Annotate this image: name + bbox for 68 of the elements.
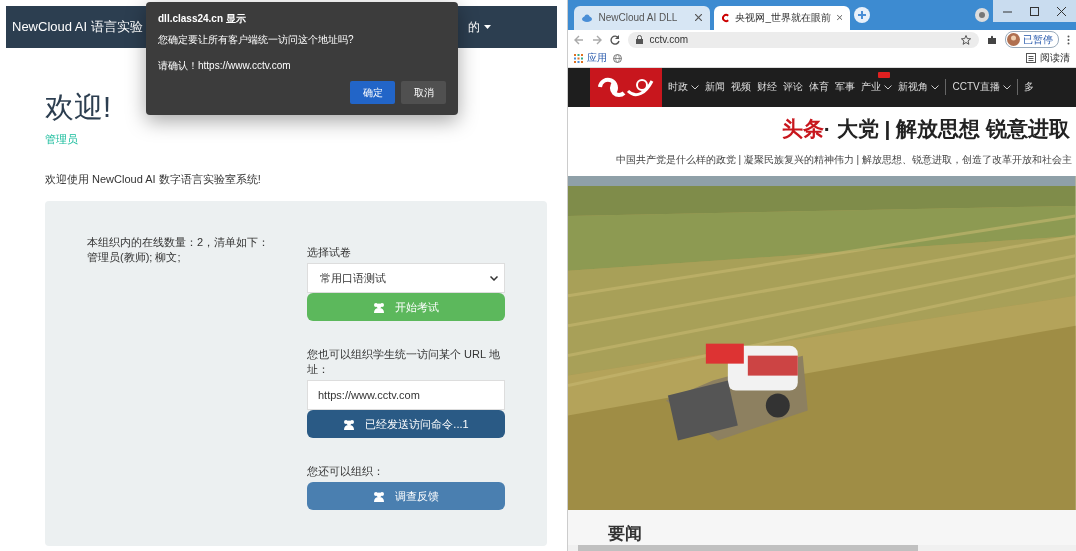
reload-icon — [610, 34, 621, 45]
dialog-message: 请确认！https://www.cctv.com — [158, 59, 292, 73]
nav-link[interactable]: 多 — [1023, 80, 1034, 95]
chevron-icon — [490, 275, 498, 281]
globe-icon — [613, 53, 623, 63]
tab-title: NewCloud AI DLL — [598, 12, 679, 24]
close-icon — [837, 14, 843, 22]
reading-list[interactable]: 阅读清 — [1026, 51, 1070, 66]
account-icon — [975, 7, 989, 22]
intro-text: 欢迎使用 NewCloud AI 数字语言实验室系统! — [45, 172, 262, 187]
address-bar[interactable]: cctv.com — [628, 31, 979, 48]
nav-link[interactable]: 评论 — [783, 80, 804, 95]
headline[interactable]: · 大党 | 解放思想 锐意进取 — [823, 116, 1070, 140]
online-summary: 本组织内的在线数量：2，清单如下： — [87, 235, 271, 250]
section-title: 要闻 — [608, 523, 643, 545]
users-icon — [373, 490, 385, 502]
browser-tab[interactable]: NewCloud AI DLL — [574, 5, 711, 30]
scrollbar-thumb[interactable] — [578, 545, 919, 551]
url-field[interactable]: https://www.cctv.com — [307, 380, 505, 410]
users-icon — [343, 418, 356, 430]
users-icon — [373, 301, 385, 313]
field-label: 您也可以组织学生统一访问某个 URL 地址： — [307, 347, 501, 377]
site-logo[interactable] — [590, 67, 663, 107]
logo-icon — [722, 12, 730, 23]
action-button[interactable]: 已经发送访问命令...1 — [307, 410, 505, 438]
online-users: 管理员(教师); 柳文; — [87, 250, 182, 265]
cloud-icon — [582, 13, 593, 22]
dialog-message: 您确定要让所有客户端统一访问这个地址吗? — [158, 33, 355, 47]
nav-link[interactable]: 产业 — [861, 80, 893, 95]
maximize-icon — [1030, 6, 1039, 16]
back-icon — [574, 34, 585, 45]
new-tab-icon — [854, 6, 871, 23]
nav-link[interactable]: 视频 — [731, 80, 752, 95]
avatar-icon — [1007, 33, 1020, 47]
apps-icon — [574, 53, 584, 63]
nav-link[interactable]: 军事 — [835, 80, 856, 95]
dialog-title: dll.class24.cn 显示 — [158, 12, 247, 26]
field-label: 您还可以组织： — [307, 464, 385, 479]
headline-links[interactable]: 中国共产党是什么样的政党 | 凝聚民族复兴的精神伟力 | 解放思想、锐意进取，创造了改革开放和社会主 — [615, 152, 1076, 167]
field-label: 选择试卷 — [307, 245, 352, 260]
nav-link[interactable]: 财经 — [757, 80, 778, 95]
more-icon — [1067, 34, 1070, 45]
action-button[interactable]: 调查反馈 — [307, 482, 505, 510]
list-icon — [1026, 53, 1036, 64]
nav-link[interactable]: CCTV直播 — [952, 80, 1011, 95]
nav-link[interactable]: 新闻 — [705, 80, 726, 95]
dialog-button[interactable]: 取消 — [401, 81, 446, 104]
user-menu[interactable]: 的 — [468, 18, 492, 36]
nav-link[interactable]: 时政 — [668, 80, 700, 95]
exam-select[interactable]: 常用口语测试 — [307, 263, 505, 293]
headline-tag[interactable]: 头条 — [781, 116, 824, 140]
profile-chip[interactable]: 已暂停 — [1005, 31, 1059, 49]
browser-tab[interactable]: 央视网_世界就在眼前 — [714, 5, 851, 30]
dialog-button[interactable]: 确定 — [350, 81, 395, 104]
star-icon — [961, 34, 971, 45]
close-icon — [695, 14, 703, 22]
role-label: 管理员 — [45, 132, 79, 147]
forward-icon — [592, 34, 603, 45]
app-title[interactable]: NewCloud AI 语言实验 — [12, 18, 143, 36]
tab-title: 央视网_世界就在眼前 — [735, 10, 832, 25]
caret-icon — [484, 25, 492, 29]
bookmark[interactable]: 应用 — [574, 51, 608, 66]
nav-link[interactable]: 体育 — [809, 80, 830, 95]
welcome-heading: 欢迎! — [45, 90, 112, 125]
lock-icon — [636, 35, 644, 45]
nav-link[interactable]: 新视角 — [898, 80, 940, 95]
close-icon — [1057, 6, 1066, 16]
address-text: cctv.com — [649, 34, 689, 46]
